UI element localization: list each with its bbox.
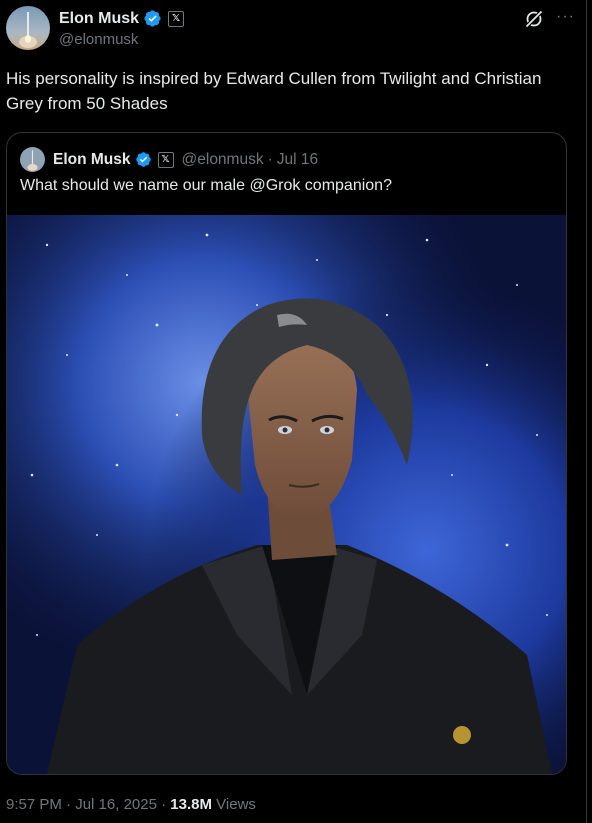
grok-icon[interactable] (524, 9, 544, 29)
views-count[interactable]: 13.8M (170, 796, 212, 813)
x-logo-icon: 𝕏 (157, 151, 174, 168)
tweet-text: His personality is inspired by Edward Cu… (6, 69, 542, 113)
verified-badge-icon (135, 151, 152, 168)
tweet-date[interactable]: Jul 16, 2025 (75, 796, 157, 813)
quoted-tweet[interactable]: Elon Musk 𝕏 @elonmusk · Jul 16 What shou… (6, 132, 567, 775)
tweet-time[interactable]: 9:57 PM (6, 796, 62, 813)
quoted-tweet-date: Jul 16 (276, 150, 319, 168)
tweet-page: Elon Musk 𝕏 @elonmusk ··· His personalit… (0, 0, 592, 823)
author-avatar[interactable] (6, 6, 50, 50)
views-label: Views (212, 796, 256, 813)
more-options-icon[interactable]: ··· (556, 7, 578, 27)
tweet-meta: 9:57 PM · Jul 16, 2025 · 13.8M Views (6, 796, 256, 813)
quoted-author-handle: @elonmusk (181, 150, 264, 168)
x-logo-icon[interactable]: 𝕏 (168, 10, 185, 27)
quoted-author-display-name: Elon Musk (53, 150, 131, 168)
quoted-tweet-text: What should we name our male @Grok compa… (20, 177, 392, 194)
separator-dot: · (267, 150, 273, 168)
author-display-name[interactable]: Elon Musk (59, 10, 139, 28)
quoted-tweet-image[interactable] (7, 215, 566, 774)
quoted-author-avatar (20, 147, 45, 172)
column-divider (586, 0, 587, 823)
verified-badge-icon (143, 9, 162, 28)
author-handle[interactable]: @elonmusk (59, 31, 138, 48)
separator-dot: · (61, 796, 76, 813)
tweet-header: Elon Musk 𝕏 @elonmusk ··· (6, 6, 578, 52)
separator-dot: · (156, 796, 171, 813)
quoted-tweet-header: Elon Musk 𝕏 @elonmusk · Jul 16 (20, 147, 318, 172)
